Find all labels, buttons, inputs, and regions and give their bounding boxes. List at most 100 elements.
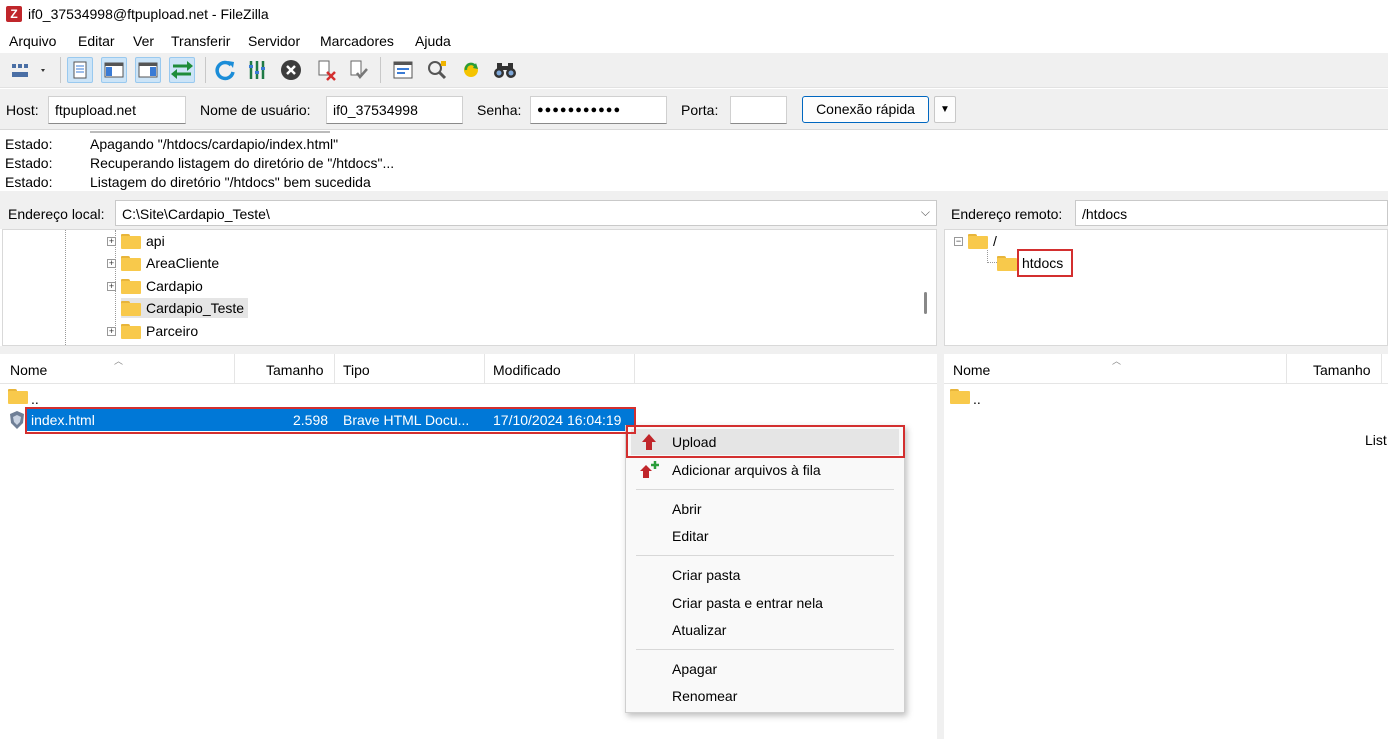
quickconnect-button[interactable]: Conexão rápida	[802, 96, 929, 123]
local-address-bar: Endereço local: C:\Site\Cardapio_Teste\ …	[0, 199, 937, 229]
folder-icon	[121, 233, 141, 249]
toggle-log-button[interactable]	[67, 57, 93, 83]
directory-listing-filter-button[interactable]	[390, 57, 416, 83]
menu-item-refresh[interactable]: Atualizar	[631, 617, 899, 643]
menu-item-create-folder[interactable]: Criar pasta	[631, 562, 899, 588]
folder-icon	[950, 389, 970, 404]
col-header-name[interactable]: Nome	[953, 362, 990, 378]
disconnect-icon	[318, 60, 336, 81]
tree-item-parceiro[interactable]: + Parceiro	[107, 321, 198, 341]
username-label: Nome de usuário:	[200, 102, 311, 118]
col-header-size[interactable]: Tamanho	[1313, 362, 1371, 378]
remote-list-header: Nome ︿ Tamanho	[944, 354, 1388, 384]
toolbar	[0, 53, 1388, 88]
port-label: Porta:	[681, 102, 719, 118]
port-input[interactable]	[730, 96, 787, 124]
log-line: Estado: Apagando "/htdocs/cardapio/index.…	[5, 136, 339, 152]
dir-compare-button[interactable]	[424, 57, 450, 83]
reconnect-button[interactable]	[345, 57, 371, 83]
site-manager-icon	[12, 64, 45, 77]
sort-arrow-icon: ︿	[114, 356, 124, 366]
filezilla-logo-icon: Z	[6, 6, 22, 22]
tree-item-cardapio[interactable]: + Cardapio	[107, 276, 203, 296]
col-header-name[interactable]: Nome	[10, 362, 47, 378]
search-icon	[428, 61, 447, 80]
menu-ajuda[interactable]: Ajuda	[415, 33, 451, 49]
cancel-icon	[281, 60, 301, 80]
local-address-label: Endereço local:	[8, 206, 105, 222]
file-row-parent[interactable]: ..	[0, 386, 937, 408]
quickconnect-dropdown-button[interactable]: ▼	[934, 96, 956, 123]
tree-item-areacliente[interactable]: + AreaCliente	[107, 253, 219, 273]
local-directory-tree[interactable]: + api + AreaCliente + Cardapio Cardapio_Tes…	[2, 229, 937, 346]
menu-item-edit[interactable]: Editar	[631, 523, 899, 549]
host-input[interactable]: ftpupload.net	[48, 96, 186, 124]
chevron-down-icon: ▼	[940, 104, 950, 115]
menu-item-create-folder-enter[interactable]: Criar pasta e entrar nela	[631, 590, 899, 616]
transfer-queue-icon	[171, 61, 193, 79]
password-label: Senha:	[477, 102, 522, 118]
sync-browse-icon	[464, 62, 478, 77]
col-header-modified[interactable]: Modificado	[493, 362, 561, 378]
toggle-local-tree-button[interactable]	[101, 57, 127, 83]
menu-arquivo[interactable]: Arquivo	[9, 33, 56, 49]
sort-arrow-icon: ︿	[1112, 356, 1122, 366]
toggle-remote-tree-button[interactable]	[135, 57, 161, 83]
log-line: Estado: Recuperando listagem do diretório…	[5, 155, 395, 171]
menu-item-open[interactable]: Abrir	[631, 496, 899, 522]
folder-icon	[997, 255, 1017, 271]
remote-address-label: Endereço remoto:	[951, 206, 1063, 222]
file-row-parent[interactable]: ..	[944, 386, 1388, 408]
tree-item-cardapio-teste[interactable]: Cardapio_Teste	[121, 298, 249, 318]
remote-directory-tree[interactable]: − / htdocs	[944, 229, 1388, 346]
local-address-value: C:\Site\Cardapio_Teste\	[122, 206, 270, 222]
process-queue-icon	[249, 61, 265, 79]
message-log[interactable]: Estado: Apagando "/htdocs/cardapio/index.…	[0, 131, 1388, 191]
chevron-down-icon[interactable]: ⌵	[921, 205, 930, 220]
menu-editar[interactable]: Editar	[78, 33, 115, 49]
process-queue-button[interactable]	[244, 57, 270, 83]
annotation-highlight-upload	[626, 425, 905, 458]
annotation-highlight-file	[25, 407, 636, 434]
menu-bar: Arquivo Editar Ver Transferir Servidor M…	[0, 30, 1388, 52]
remote-address-input[interactable]: /htdocs	[1075, 200, 1388, 226]
folder-icon	[121, 323, 141, 339]
annotation-highlight-htdocs	[1017, 249, 1073, 277]
folder-icon	[121, 278, 141, 294]
menu-transferir[interactable]: Transferir	[171, 33, 230, 49]
sync-browse-button[interactable]	[458, 57, 484, 83]
menu-marcadores[interactable]: Marcadores	[320, 33, 394, 49]
remote-file-list[interactable]: Nome ︿ Tamanho .. List	[944, 354, 1388, 739]
folder-icon	[968, 233, 988, 249]
col-header-type[interactable]: Tipo	[343, 362, 370, 378]
refresh-button[interactable]	[212, 57, 238, 83]
quickconnect-bar: Host: ftpupload.net Nome de usuário: if0…	[0, 89, 1388, 130]
title-bar: Z if0_37534998@ftpupload.net - FileZilla	[0, 0, 1388, 30]
tree-item-root[interactable]: − /	[954, 231, 997, 251]
site-manager-button[interactable]	[5, 57, 53, 83]
folder-icon	[121, 255, 141, 271]
folder-icon	[8, 389, 28, 404]
message-log-icon	[73, 61, 87, 79]
cancel-operation-button[interactable]	[278, 57, 304, 83]
folder-icon	[121, 300, 141, 316]
tree-item-api[interactable]: + api	[107, 231, 165, 251]
tree-scrollbar-thumb[interactable]	[924, 292, 927, 314]
toggle-queue-button[interactable]	[169, 57, 195, 83]
menu-ver[interactable]: Ver	[133, 33, 154, 49]
menu-item-rename[interactable]: Renomear	[631, 683, 899, 709]
menu-item-add-to-queue[interactable]: Adicionar arquivos à fila	[631, 457, 899, 483]
disconnect-button[interactable]	[313, 57, 339, 83]
username-input[interactable]: if0_37534998	[326, 96, 463, 124]
password-input[interactable]: ●●●●●●●●●●●	[530, 96, 667, 124]
menu-servidor[interactable]: Servidor	[248, 33, 300, 49]
window-title: if0_37534998@ftpupload.net - FileZilla	[28, 6, 269, 22]
col-header-size[interactable]: Tamanho	[266, 362, 324, 378]
local-list-header: Nome ︿ Tamanho Tipo Modificado	[0, 354, 937, 384]
find-files-button[interactable]	[492, 57, 518, 83]
reconnect-icon	[350, 60, 368, 79]
menu-item-delete[interactable]: Apagar	[631, 656, 899, 682]
host-label: Host:	[6, 102, 39, 118]
local-address-input[interactable]: C:\Site\Cardapio_Teste\ ⌵	[115, 200, 937, 226]
remote-status-text: List	[1365, 432, 1387, 448]
